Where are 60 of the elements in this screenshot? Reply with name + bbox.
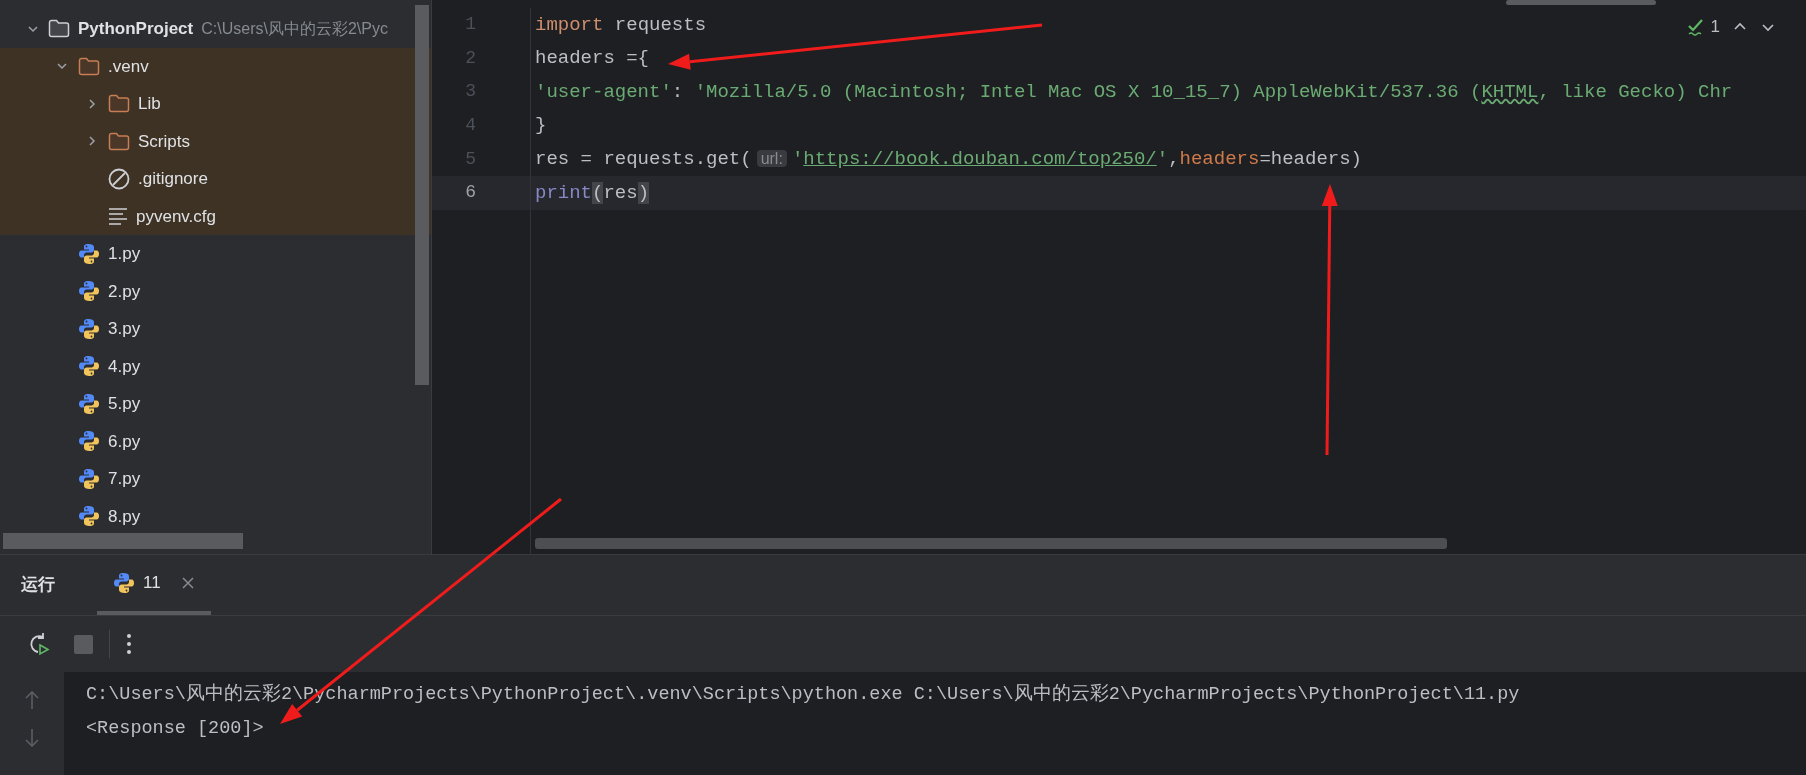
tree-row[interactable]: .venv [0, 47, 431, 85]
project-name: PythonProject [78, 18, 194, 40]
file-name: 5.py [108, 393, 141, 415]
file-name: .gitignore [138, 168, 208, 190]
file-name: Scripts [138, 130, 190, 153]
tree-row[interactable]: 1.py [0, 235, 431, 273]
python-icon [113, 572, 135, 594]
tree-row[interactable]: .gitignore [0, 160, 431, 198]
tree-row[interactable]: 4.py [0, 347, 431, 385]
scrollbar-thumb[interactable] [535, 538, 1447, 549]
python-icon [78, 280, 100, 303]
file-name: Lib [138, 93, 161, 115]
tree-row[interactable]: 6.py [0, 422, 431, 460]
code-line: res = requests.get( url: 'https://book.douban.com/top250/',headers=headers) [535, 146, 1362, 172]
python-icon [78, 467, 100, 490]
tree-row[interactable]: pyvenv.cfg [0, 197, 431, 235]
python-icon [78, 242, 100, 265]
file-name: 6.py [108, 430, 141, 453]
python-icon [78, 505, 100, 528]
file-name: 1.py [108, 243, 141, 265]
tree-row[interactable]: 8.py [0, 497, 431, 535]
folder-icon [108, 94, 130, 114]
tree-row[interactable]: 3.py [0, 310, 431, 348]
scrollbar-thumb[interactable] [3, 533, 243, 549]
folder-icon [48, 19, 70, 39]
python-icon [78, 355, 100, 378]
tree-row[interactable]: 5.py [0, 385, 431, 423]
folder-icon [78, 56, 100, 76]
code-line: import requests [535, 12, 707, 38]
close-icon[interactable] [180, 576, 195, 590]
python-icon [78, 430, 100, 453]
tree-row[interactable]: 7.py [0, 460, 431, 498]
code-line: print(res) [535, 180, 650, 206]
file-name: 7.py [108, 468, 141, 490]
panel-title: 运行 [21, 574, 55, 597]
file-name: 8.py [108, 505, 141, 528]
more-icon[interactable] [126, 633, 132, 655]
code-line: } [535, 113, 547, 139]
tree-row[interactable]: 2.py [0, 272, 431, 310]
inspection-count: 1 [1710, 16, 1720, 38]
code-line: headers ={ [535, 46, 650, 72]
python-icon [78, 392, 100, 415]
file-name: 4.py [108, 355, 141, 378]
file-name: 2.py [108, 280, 141, 303]
project-path: C:\Users\风中的云彩2\Pyc [201, 18, 388, 39]
no-entry-icon [108, 167, 130, 190]
scrollbar-thumb[interactable] [1506, 0, 1656, 5]
tree-row[interactable]: Scripts [0, 122, 431, 160]
tree-row[interactable]: PythonProject C:\Users\风中的云彩2\Pyc [0, 10, 431, 48]
code-line: 'user-agent': 'Mozilla/5.0 (Macintosh; Intel Mac OS X 10_15_7) AppleWebKit/537.36 (KHTML, like Gecko) Chr [535, 79, 1733, 105]
text-lines-icon [108, 207, 128, 226]
folder-icon [108, 131, 130, 151]
scrollbar-thumb[interactable] [415, 5, 429, 385]
tree-row[interactable]: Lib [0, 85, 431, 123]
line-number: 6 [464, 181, 476, 205]
file-name: .venv [108, 55, 149, 78]
python-icon [78, 317, 100, 340]
console-line: <Response [200]> [86, 717, 265, 741]
file-name: 3.py [108, 318, 141, 340]
file-name: pyvenv.cfg [136, 205, 216, 228]
